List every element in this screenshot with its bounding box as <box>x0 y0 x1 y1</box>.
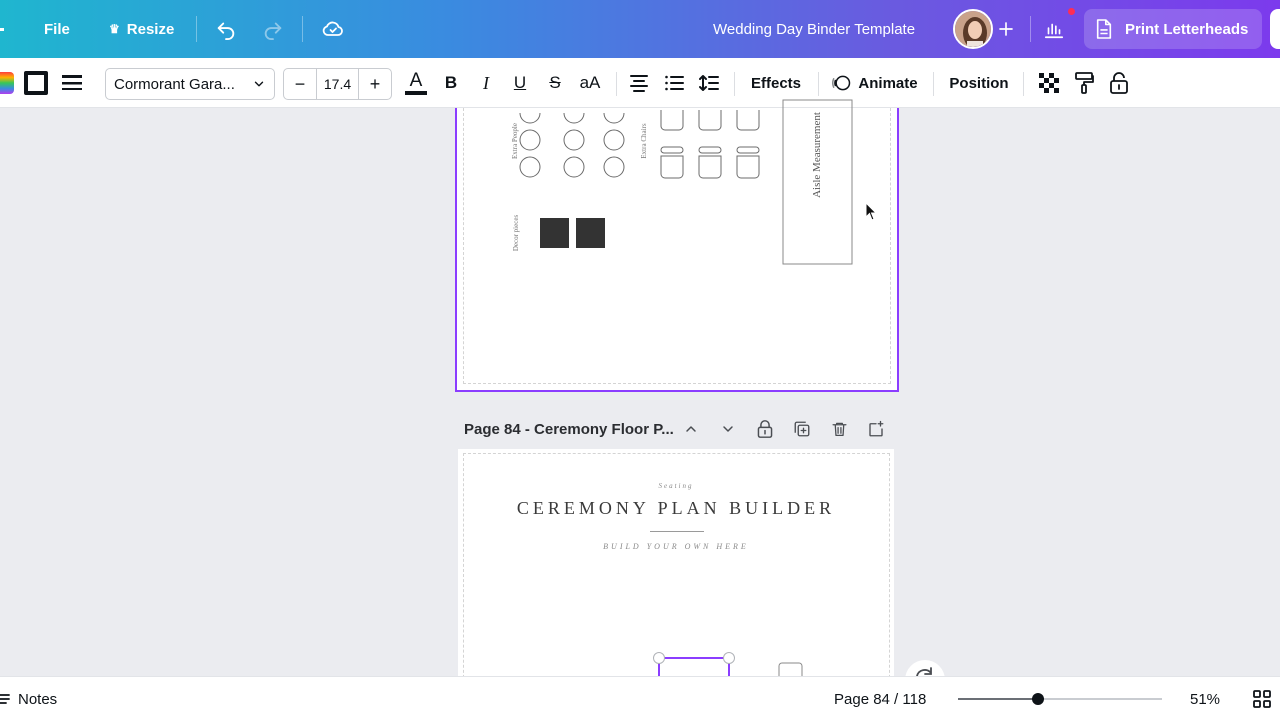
zoom-percent-button[interactable]: 51% <box>1190 677 1220 720</box>
selected-chair-element[interactable] <box>653 652 735 679</box>
lower-page-elements <box>653 652 945 700</box>
notes-button[interactable]: Notes <box>0 677 57 720</box>
editor-footer: Notes Page 84 / 118 51% <box>0 676 1280 720</box>
notes-label: Notes <box>18 690 58 708</box>
page-counter-button[interactable]: Page 84 / 118 <box>834 677 926 720</box>
zoom-slider-handle[interactable] <box>1032 693 1044 705</box>
zoom-slider[interactable] <box>958 698 1162 700</box>
grid-view-button[interactable] <box>1253 677 1271 720</box>
zoom-slider-fill <box>958 698 1038 700</box>
notes-icon <box>0 694 10 704</box>
grid-view-icon <box>1253 690 1271 708</box>
mouse-cursor-icon <box>865 202 878 221</box>
chair-icon[interactable] <box>778 662 803 676</box>
